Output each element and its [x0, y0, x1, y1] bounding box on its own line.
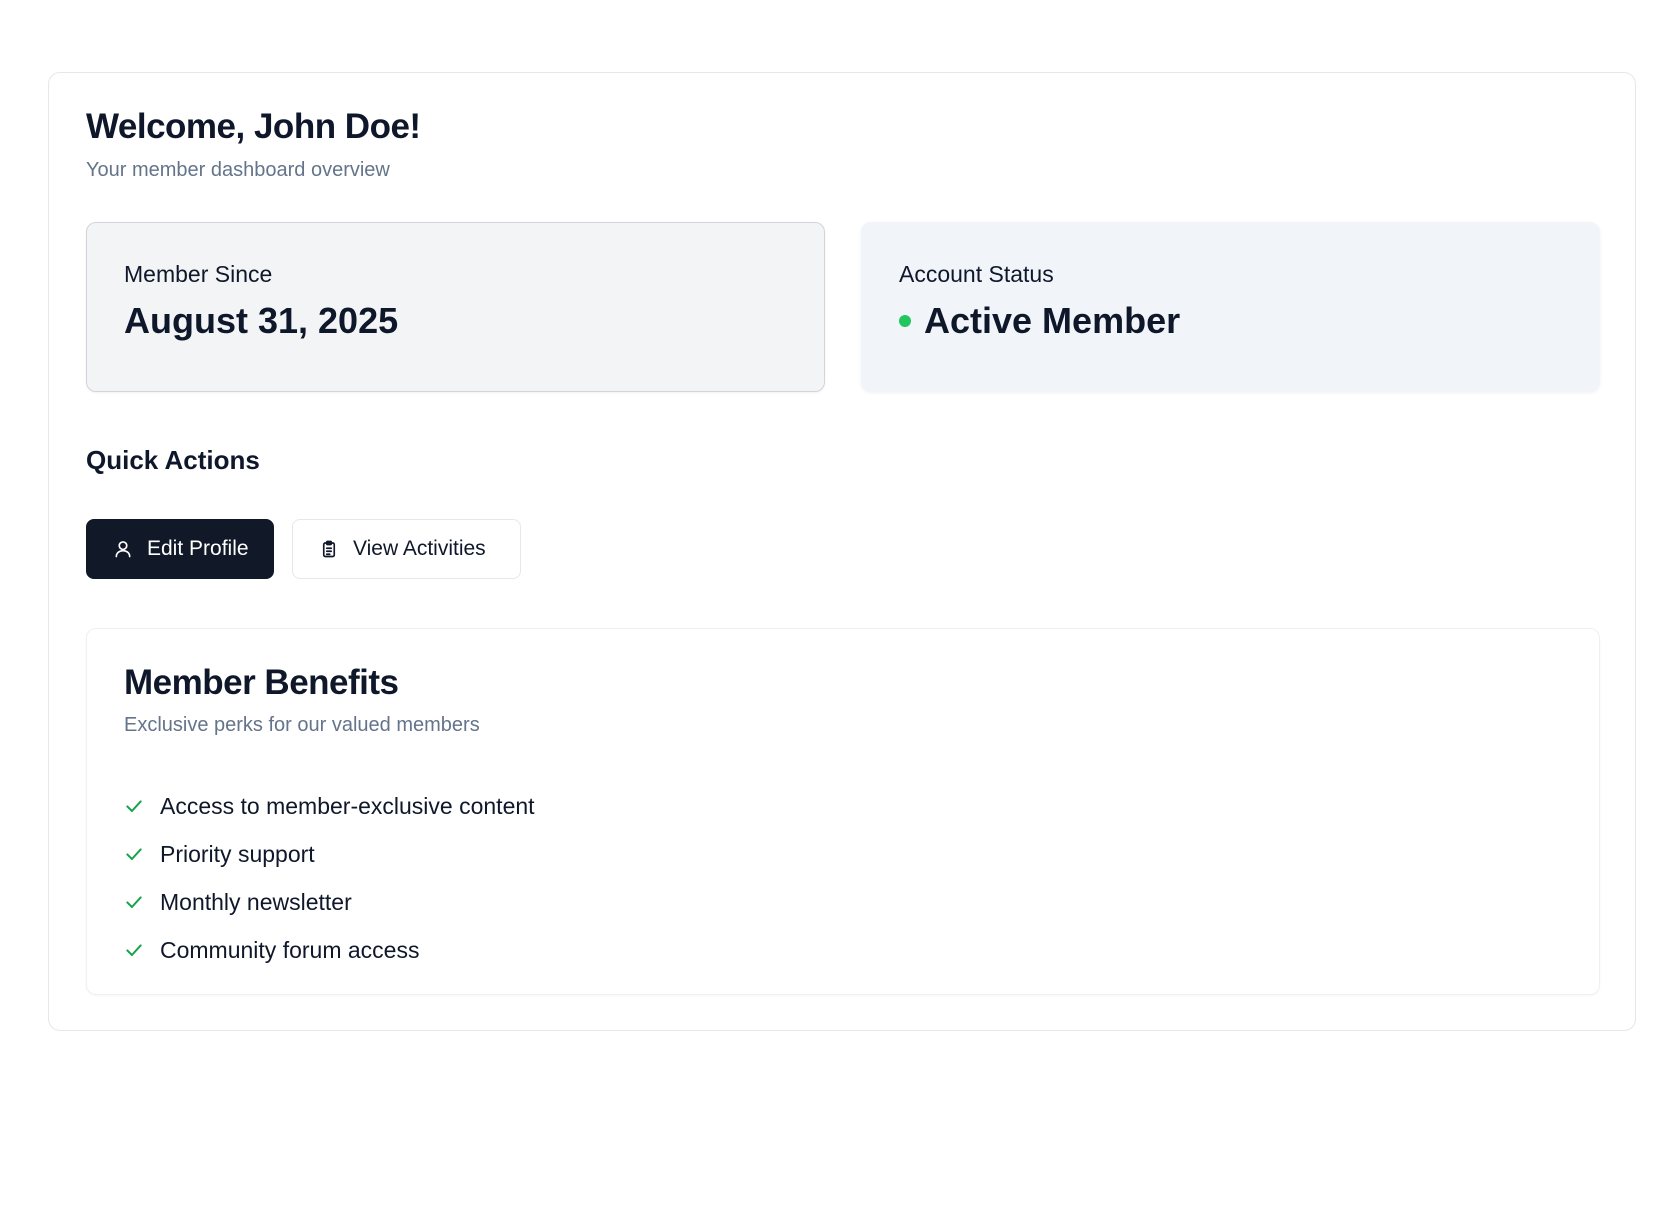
check-icon — [124, 844, 144, 864]
view-activities-button[interactable]: View Activities — [292, 519, 521, 579]
quick-actions-title: Quick Actions — [86, 445, 260, 475]
benefit-text: Monthly newsletter — [160, 888, 352, 915]
list-item: Community forum access — [124, 926, 535, 974]
check-icon — [124, 796, 144, 816]
page-subtitle: Your member dashboard overview — [86, 159, 390, 181]
account-status-text: Active Member — [924, 300, 1181, 341]
page-title: Welcome, John Doe! — [86, 107, 421, 146]
quick-actions-bar: Edit Profile View Activities — [86, 519, 521, 579]
member-since-card: Member Since August 31, 2025 — [86, 222, 825, 392]
edit-profile-button[interactable]: Edit Profile — [86, 519, 274, 579]
view-activities-label: View Activities — [353, 537, 486, 560]
clipboard-icon — [319, 539, 339, 559]
benefits-subtitle: Exclusive perks for our valued members — [124, 714, 480, 736]
status-dot-icon — [899, 315, 911, 327]
account-status-card: Account Status Active Member — [861, 222, 1600, 392]
check-icon — [124, 940, 144, 960]
list-item: Monthly newsletter — [124, 878, 535, 926]
dashboard-card: Welcome, John Doe! Your member dashboard… — [48, 72, 1636, 1031]
account-status-label: Account Status — [899, 261, 1054, 287]
benefits-title: Member Benefits — [124, 663, 399, 702]
check-icon — [124, 892, 144, 912]
benefit-text: Priority support — [160, 840, 315, 867]
member-since-date: August 31, 2025 — [124, 300, 399, 341]
user-icon — [113, 539, 133, 559]
benefit-text: Access to member-exclusive content — [160, 792, 535, 819]
benefit-text: Community forum access — [160, 936, 420, 963]
member-benefits-card: Member Benefits Exclusive perks for our … — [86, 628, 1600, 995]
member-since-value: August 31, 2025 — [124, 300, 787, 342]
edit-profile-label: Edit Profile — [147, 537, 249, 560]
list-item: Access to member-exclusive content — [124, 782, 535, 830]
benefits-list: Access to member-exclusive content Prior… — [124, 782, 535, 974]
member-since-label: Member Since — [124, 261, 273, 287]
account-status-value: Active Member — [899, 300, 1562, 342]
list-item: Priority support — [124, 830, 535, 878]
